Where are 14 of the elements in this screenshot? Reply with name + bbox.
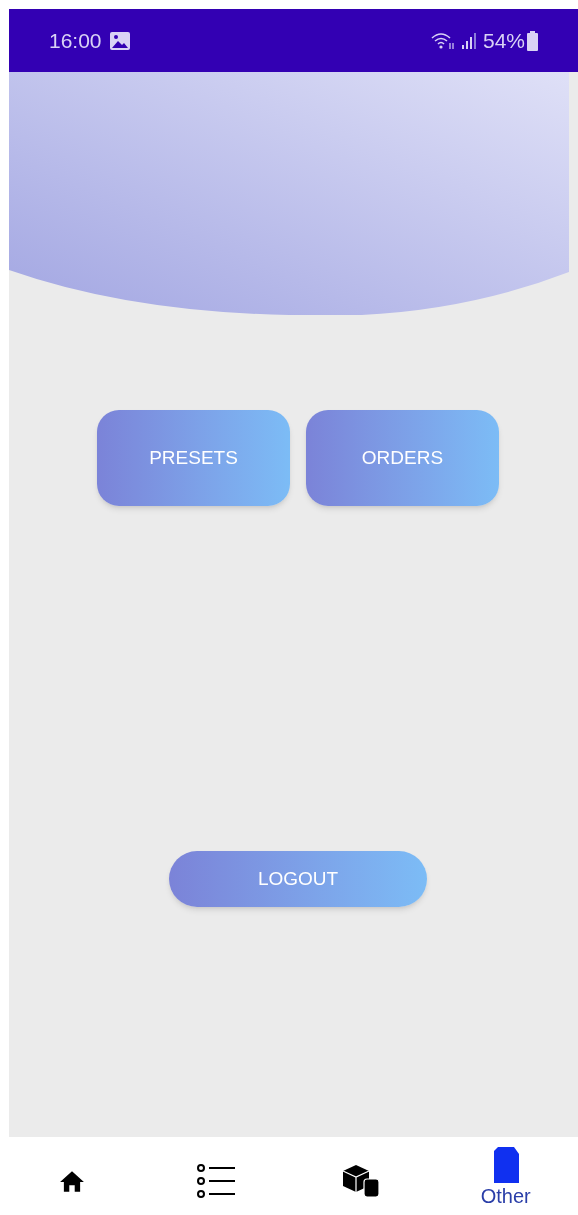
signal-icon [460, 31, 477, 50]
logout-button[interactable]: LOGOUT [169, 851, 427, 907]
image-icon [109, 31, 130, 50]
list-icon [196, 1163, 237, 1199]
status-time: 16:00 [49, 27, 102, 54]
battery-icon [527, 30, 538, 51]
menu-button[interactable]: PRESETS [97, 410, 290, 506]
nav-tab[interactable]: Other [480, 1144, 531, 1208]
boxes-icon [342, 1164, 381, 1198]
document-icon [491, 1146, 520, 1184]
wifi-icon [430, 31, 455, 50]
menu-button[interactable]: ORDERS [306, 410, 499, 506]
home-icon [59, 1169, 86, 1193]
battery-percent: 54% [482, 27, 525, 54]
